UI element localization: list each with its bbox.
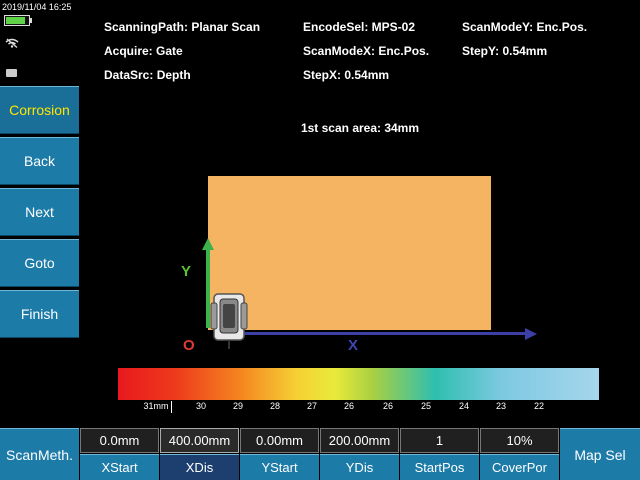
param-coverpor[interactable]: 10% CoverPor — [480, 428, 559, 480]
battery-tip — [30, 18, 32, 23]
wifi-off-icon — [5, 38, 19, 48]
data-src-info: DataSrc: Depth — [104, 68, 191, 82]
back-button[interactable]: Back — [0, 137, 79, 185]
coverpor-value[interactable]: 10% — [480, 428, 559, 453]
scan-area-rectangle — [208, 176, 491, 330]
tick-label: 22 — [533, 401, 545, 411]
sd-card-icon — [6, 69, 17, 77]
finish-button[interactable]: Finish — [0, 290, 79, 338]
xstart-label[interactable]: XStart — [80, 454, 159, 480]
encode-sel-info: EncodeSel: MPS-02 — [303, 20, 416, 34]
x-axis-arrow-icon — [525, 328, 537, 340]
tick-label: 29 — [232, 401, 244, 411]
tick-label: 23 — [495, 401, 507, 411]
startpos-label[interactable]: StartPos — [400, 454, 479, 480]
step-x-info: StepX: 0.54mm — [303, 68, 390, 82]
acquire-info: Acquire: Gate — [104, 44, 183, 58]
ydis-label[interactable]: YDis — [320, 454, 399, 480]
xdis-label[interactable]: XDis — [160, 454, 239, 480]
map-sel-button[interactable]: Map Sel — [560, 428, 640, 480]
xdis-value[interactable]: 400.00mm — [160, 428, 239, 453]
tick-label: 26 — [343, 401, 355, 411]
ystart-value[interactable]: 0.00mm — [240, 428, 319, 453]
scan-method-button[interactable]: ScanMeth. — [0, 428, 79, 480]
datetime: 2019/11/04 16:25 — [2, 2, 72, 12]
tick-label: 31mm — [143, 401, 169, 411]
param-xstart[interactable]: 0.0mm XStart — [80, 428, 159, 480]
y-axis-label: Y — [181, 263, 192, 280]
status-bar: 2019/11/04 16:25 — [0, 0, 79, 86]
scan-area-title: 1st scan area: 34mm — [300, 121, 420, 135]
param-ydis[interactable]: 200.00mm YDis — [320, 428, 399, 480]
color-bar-ticks: 31mm 30 29 28 27 26 26 25 24 23 22 — [118, 401, 599, 417]
goto-button[interactable]: Goto — [0, 239, 79, 287]
xstart-value[interactable]: 0.0mm — [80, 428, 159, 453]
sidebar: 2019/11/04 16:25 Corrosion Back Next Got… — [0, 0, 79, 424]
tick-label: 28 — [269, 401, 281, 411]
ystart-label[interactable]: YStart — [240, 454, 319, 480]
tick-label: 30 — [195, 401, 207, 411]
tick-label: 27 — [306, 401, 318, 411]
battery-icon — [4, 15, 30, 26]
origin-label: O — [183, 337, 195, 354]
tick-label: 24 — [458, 401, 470, 411]
tick-label: 26 — [382, 401, 394, 411]
tick-label: 25 — [420, 401, 432, 411]
param-ystart[interactable]: 0.00mm YStart — [240, 428, 319, 480]
tick-mark — [171, 401, 172, 413]
step-y-info: StepY: 0.54mm — [462, 44, 548, 58]
coverpor-label[interactable]: CoverPor — [480, 454, 559, 480]
ydis-value[interactable]: 200.00mm — [320, 428, 399, 453]
next-button[interactable]: Next — [0, 188, 79, 236]
y-axis-arrow-icon — [202, 238, 214, 250]
depth-color-bar — [118, 368, 599, 400]
param-startpos[interactable]: 1 StartPos — [400, 428, 479, 480]
scan-mode-x-info: ScanModeX: Enc.Pos. — [303, 44, 430, 58]
scanner-icon — [210, 293, 248, 349]
x-axis-line — [243, 332, 527, 335]
x-axis-label: X — [348, 337, 359, 354]
scan-mode-y-info: ScanModeY: Enc.Pos. — [462, 20, 588, 34]
scanning-path-info: ScanningPath: Planar Scan — [104, 20, 261, 34]
param-xdis[interactable]: 400.00mm XDis — [160, 428, 239, 480]
startpos-value[interactable]: 1 — [400, 428, 479, 453]
